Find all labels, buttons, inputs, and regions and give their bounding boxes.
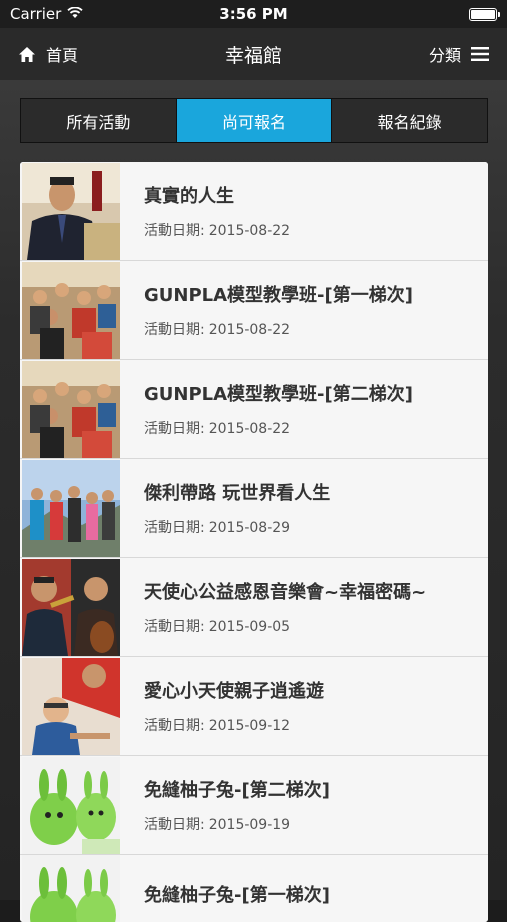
event-title: GUNPLA模型教學班-[第二梯次] [144, 384, 413, 405]
event-date-label: 活動日期: [144, 619, 205, 635]
list-item[interactable]: GUNPLA模型教學班-[第一梯次] 活動日期: 2015-08-22 [20, 261, 488, 360]
event-thumbnail [22, 756, 120, 854]
event-date-label: 活動日期: [144, 223, 205, 239]
content-area: 所有活動 尚可報名 報名紀錄 真實的人生 活動日期: 2015-08-22 GUN… [0, 80, 507, 922]
event-date-label: 活動日期: [144, 817, 205, 833]
category-button[interactable]: 分類 [429, 42, 489, 66]
event-date: 2015-09-12 [208, 718, 291, 734]
event-title: 愛心小天使親子逍遙遊 [144, 681, 324, 702]
event-title: 天使心公益感恩音樂會~幸福密碼~ [144, 582, 427, 603]
carrier-label: Carrier [10, 5, 62, 23]
tab-registration-history[interactable]: 報名紀錄 [332, 99, 487, 142]
event-date: 2015-08-29 [208, 520, 291, 536]
event-title: 真實的人生 [144, 186, 234, 207]
event-thumbnail [22, 261, 120, 359]
filter-tabs: 所有活動 尚可報名 報名紀錄 [20, 98, 488, 143]
list-item[interactable]: GUNPLA模型教學班-[第二梯次] 活動日期: 2015-08-22 [20, 360, 488, 459]
tab-all-events[interactable]: 所有活動 [21, 99, 177, 142]
event-date-label: 活動日期: [144, 718, 205, 734]
event-thumbnail [22, 459, 120, 557]
navigation-bar: 首頁 幸福館 分類 [0, 28, 507, 80]
event-date: 2015-09-19 [208, 817, 291, 833]
home-icon [18, 46, 36, 63]
list-item[interactable]: 真實的人生 活動日期: 2015-08-22 [20, 162, 488, 261]
home-button[interactable]: 首頁 [18, 42, 78, 66]
hamburger-menu-icon [471, 47, 489, 61]
list-item[interactable]: 天使心公益感恩音樂會~幸福密碼~ 活動日期: 2015-09-05 [20, 558, 488, 657]
event-thumbnail [22, 855, 120, 922]
event-date: 2015-08-22 [208, 223, 291, 239]
event-date: 2015-08-22 [208, 421, 291, 437]
event-title: GUNPLA模型教學班-[第一梯次] [144, 285, 413, 306]
event-thumbnail [22, 360, 120, 458]
event-list: 真實的人生 活動日期: 2015-08-22 GUNPLA模型教學班-[第一梯次]… [20, 162, 488, 922]
wifi-icon [67, 5, 83, 23]
event-date-label: 活動日期: [144, 421, 205, 437]
event-title: 傑利帶路 玩世界看人生 [144, 483, 331, 504]
event-date: 2015-09-05 [208, 619, 291, 635]
category-label: 分類 [428, 46, 461, 65]
event-thumbnail [22, 162, 120, 260]
event-date-label: 活動日期: [144, 322, 205, 338]
battery-icon [469, 7, 500, 21]
list-item[interactable]: 傑利帶路 玩世界看人生 活動日期: 2015-08-29 [20, 459, 488, 558]
status-bar: Carrier 3:56 PM [0, 0, 507, 28]
event-date-label: 活動日期: [144, 520, 205, 536]
event-title: 免縫柚子兔-[第二梯次] [144, 780, 330, 801]
tab-open-registration[interactable]: 尚可報名 [176, 99, 333, 142]
event-thumbnail [22, 657, 120, 755]
event-title: 免縫柚子兔-[第一梯次] [144, 885, 330, 906]
list-item[interactable]: 愛心小天使親子逍遙遊 活動日期: 2015-09-12 [20, 657, 488, 756]
list-item[interactable]: 免縫柚子兔-[第二梯次] 活動日期: 2015-09-19 [20, 756, 488, 855]
event-date: 2015-08-22 [208, 322, 291, 338]
event-thumbnail [22, 558, 120, 656]
list-item[interactable]: 免縫柚子兔-[第一梯次] [20, 855, 488, 922]
home-label: 首頁 [46, 46, 79, 65]
